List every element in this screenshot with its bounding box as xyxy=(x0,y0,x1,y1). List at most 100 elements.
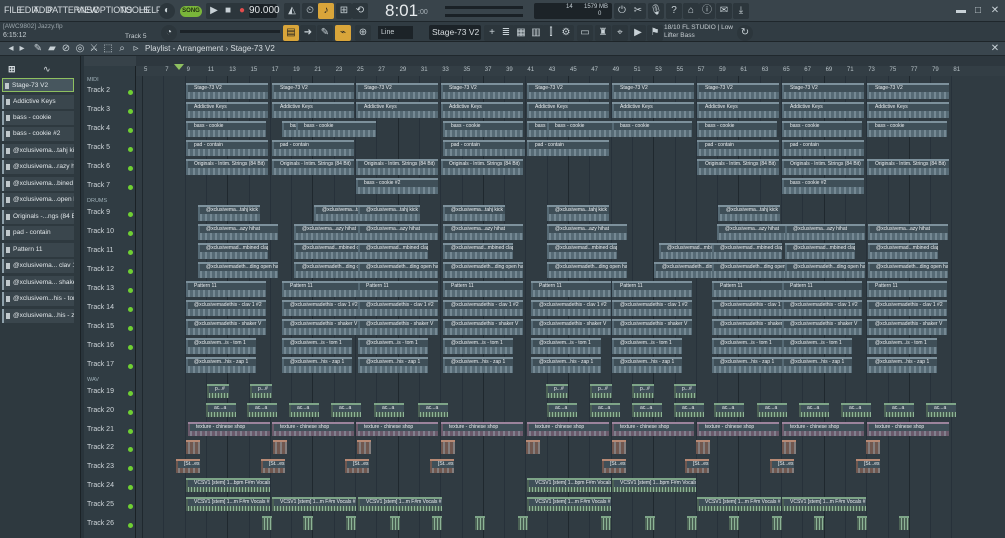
info-icon[interactable]: ⓘ xyxy=(699,3,715,19)
audio-clip[interactable]: ac...a xyxy=(841,403,871,417)
picker-item[interactable]: @xclusivema...razy hihat xyxy=(2,160,74,174)
audio-clip[interactable]: p...# xyxy=(632,384,654,398)
audio-clip[interactable] xyxy=(782,440,796,454)
pattern-clip[interactable]: @xclusivemadeth...ding open hat xyxy=(198,262,278,278)
pattern-clip[interactable]: Stage-73 V2 xyxy=(441,83,523,99)
pattern-clip[interactable]: @xclusivemadethis - clav 1 #2 xyxy=(531,300,611,316)
news-refresh-icon[interactable]: ↻ xyxy=(737,25,753,41)
pattern-clip[interactable]: Pattern 11 xyxy=(782,281,862,297)
picker-item[interactable]: @xclusivema...tahj kick xyxy=(2,144,74,158)
pattern-clip[interactable]: @xclusivemadeth...ding open hat xyxy=(712,262,792,278)
audio-clip[interactable]: texture - chinese shop xyxy=(272,422,354,436)
audio-clip[interactable]: VCSV1 [stem] 1...m F#m Vocals #2 xyxy=(697,497,781,511)
audio-clip[interactable]: ac...a xyxy=(374,403,404,417)
audio-clip[interactable]: p...# xyxy=(590,384,612,398)
pattern-clip[interactable]: @xclusivemadeth...ding open hat xyxy=(358,262,438,278)
track-label[interactable]: Track 24 xyxy=(87,482,114,489)
arrangement-grid[interactable]: 5 7 9 11 13 15 17 19 21 23 25 27 29 31 33 35 37 39 41 43 45 4… xyxy=(136,56,1005,538)
audio-clip[interactable]: [St...es xyxy=(856,459,880,473)
pattern-clip[interactable]: @xclusivem...his - zap 1 xyxy=(612,357,682,373)
track-active-led[interactable] xyxy=(128,391,133,396)
picker-item[interactable]: bass - cookie xyxy=(2,111,74,125)
audio-clip[interactable]: texture - chinese shop xyxy=(782,422,864,436)
audio-clip[interactable]: VCSV1 [stem] 1...bpm F#m Vocals xyxy=(612,478,696,492)
pattern-clip[interactable]: Stage-73 V2 xyxy=(782,83,864,99)
pattern-clip[interactable]: @xclusivem...his - zap 1 xyxy=(186,357,256,373)
pattern-clip[interactable]: bass - cookie #2 xyxy=(782,178,864,194)
picker-patterns-tab[interactable]: ⊞ xyxy=(8,64,16,75)
track-active-led[interactable] xyxy=(128,523,133,528)
picker-item[interactable]: Pattern 11 xyxy=(2,243,74,257)
pattern-clip[interactable]: bass - cookie xyxy=(697,121,777,137)
track-active-led[interactable] xyxy=(128,364,133,369)
pattern-clip[interactable]: @xclusivem...his - zap 1 xyxy=(867,357,937,373)
track-label[interactable]: Track 16 xyxy=(87,342,114,349)
pattern-clip[interactable]: @xclusivemadethis - shaker V xyxy=(358,319,438,335)
pattern-clip[interactable]: @xclusivema...azy hihat xyxy=(785,224,865,240)
pattern-clip[interactable]: @xclusivemad...mbined clap xyxy=(868,243,938,259)
pattern-clip[interactable]: @xclusivemad...mbined clap xyxy=(547,243,617,259)
master-pitch-slider[interactable] xyxy=(445,14,523,17)
audio-clip[interactable] xyxy=(262,516,272,530)
track-active-led[interactable] xyxy=(128,345,133,350)
track-active-led[interactable] xyxy=(128,231,133,236)
pattern-clip[interactable]: @xclusivemadethis - shaker V xyxy=(712,319,792,335)
pattern-clip[interactable]: @xclusivemadethis - clav 1 #2 xyxy=(358,300,438,316)
track-active-led[interactable] xyxy=(128,447,133,452)
pattern-clip[interactable]: @xclusivemadethis - clav 1 #2 xyxy=(782,300,862,316)
pattern-clip[interactable]: @xclusivemadethis - shaker V xyxy=(612,319,692,335)
pitch-knob-icon[interactable]: ◔ xyxy=(161,25,177,41)
pattern-clip[interactable]: @xclusivem...is - tom 1 xyxy=(782,338,852,354)
picker-item[interactable]: Addictive Keys xyxy=(2,95,74,109)
audio-clip[interactable] xyxy=(899,516,909,530)
pattern-clip[interactable]: @xclusivemad...mbined clap xyxy=(358,243,428,259)
audio-clip[interactable] xyxy=(186,440,200,454)
pattern-clip[interactable]: @xclusivem...is - tom 1 xyxy=(531,338,601,354)
tempo-display[interactable]: 90.000 xyxy=(249,4,280,18)
piano-roll-icon[interactable]: ▦ xyxy=(513,25,529,41)
magnet-snap-icon[interactable]: ⌁ xyxy=(335,25,351,41)
audio-clip[interactable]: texture - chinese shop xyxy=(612,422,694,436)
pattern-clip[interactable]: @xclusivem...his - zap 1 xyxy=(282,357,352,373)
track-label[interactable]: Track 5 xyxy=(87,144,110,151)
track-active-led[interactable] xyxy=(128,109,133,114)
pattern-clip[interactable]: @xclusivem...his - zap 1 xyxy=(443,357,513,373)
master-volume-slider[interactable] xyxy=(445,6,523,9)
pattern-clip[interactable]: Pattern 11 xyxy=(531,281,611,297)
track-label[interactable]: Track 15 xyxy=(87,323,114,330)
pattern-clip[interactable]: @xclusivemadethis - shaker V xyxy=(782,319,862,335)
pattern-clip[interactable]: Originals - Intim. Strings (84 Bit) xyxy=(867,159,949,175)
audio-clip[interactable] xyxy=(814,516,824,530)
pattern-clip[interactable]: Pattern 11 xyxy=(443,281,523,297)
picker-item[interactable]: Originals -...ngs (84 Bit) xyxy=(2,210,74,224)
track-active-led[interactable] xyxy=(128,128,133,133)
picker-item[interactable]: bass - cookie #2 xyxy=(2,127,74,141)
track-active-led[interactable] xyxy=(128,212,133,217)
audio-clip[interactable] xyxy=(772,516,782,530)
snap-icon[interactable]: ⊕ xyxy=(355,25,371,41)
track-active-led[interactable] xyxy=(128,307,133,312)
blend-notes-icon[interactable]: ♪ xyxy=(318,3,334,19)
lock-icon[interactable]: ⚑ xyxy=(647,25,663,41)
audio-clip[interactable]: VCSV1 [stem] 1...bpm F#m Vocals xyxy=(527,478,611,492)
browser-pattern-icon[interactable]: ▤ xyxy=(283,25,299,41)
pattern-clip[interactable]: bass - cookie #2 xyxy=(356,178,438,194)
pattern-clip[interactable]: @xclusivemadethis - shaker V xyxy=(531,319,611,335)
pattern-clip[interactable]: @xclusivem...is - tom 1 xyxy=(867,338,937,354)
audio-clip[interactable]: p...# xyxy=(207,384,229,398)
audio-clip[interactable] xyxy=(475,516,485,530)
audio-clip[interactable] xyxy=(601,516,611,530)
audio-clip[interactable] xyxy=(696,440,710,454)
audio-clip[interactable]: [St...es xyxy=(261,459,285,473)
audio-clip[interactable]: VCSV1 [stem] 1...bpm F#m Vocals xyxy=(186,478,270,492)
pattern-clip[interactable]: Addictive Keys xyxy=(186,102,268,118)
playlist-close-icon[interactable]: ✕ xyxy=(987,41,1003,57)
audio-clip[interactable]: p...# xyxy=(250,384,272,398)
audio-clip[interactable]: [St...es xyxy=(770,459,794,473)
track-active-led[interactable] xyxy=(128,410,133,415)
audio-clip[interactable] xyxy=(866,440,880,454)
pattern-clip[interactable]: @xclusivemadeth...ding open hat xyxy=(547,262,627,278)
pattern-clip[interactable]: @xclusivema...tahj kick xyxy=(443,205,505,221)
audio-clip[interactable]: ac...a xyxy=(289,403,319,417)
pattern-clip[interactable]: Addictive Keys xyxy=(697,102,779,118)
